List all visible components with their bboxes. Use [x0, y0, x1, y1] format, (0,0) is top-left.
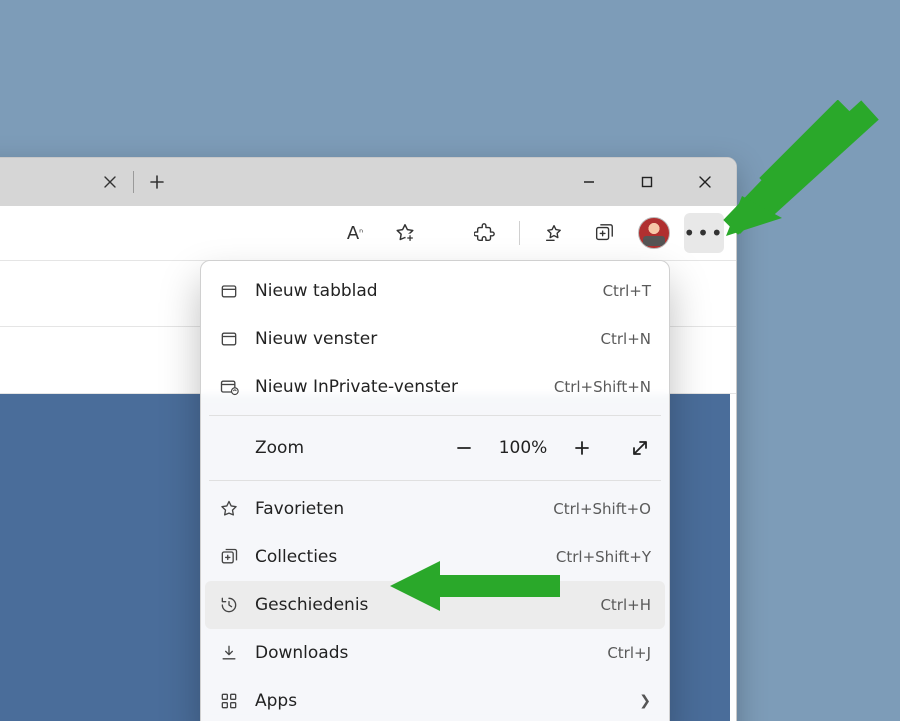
apps-icon	[219, 691, 249, 711]
zoom-out-button[interactable]	[453, 437, 475, 459]
menu-item-label: Nieuw venster	[249, 329, 601, 349]
add-favorite-button[interactable]	[385, 213, 425, 253]
settings-menu: Nieuw tabblad Ctrl+T Nieuw venster Ctrl+…	[200, 260, 670, 721]
menu-item-inprivate[interactable]: Nieuw InPrivate-venster Ctrl+Shift+N	[205, 363, 665, 411]
chevron-right-icon: ❯	[639, 693, 651, 709]
maximize-button[interactable]	[618, 158, 676, 206]
toolbar-separator	[519, 221, 520, 245]
download-icon	[219, 643, 249, 663]
titlebar	[0, 158, 736, 206]
screenshot-stage: Aⁿ •••	[0, 0, 900, 721]
menu-item-shortcut: Ctrl+H	[600, 596, 651, 614]
close-window-button[interactable]	[676, 158, 734, 206]
menu-item-new-tab[interactable]: Nieuw tabblad Ctrl+T	[205, 267, 665, 315]
menu-item-shortcut: Ctrl+Shift+N	[554, 378, 651, 396]
settings-more-button[interactable]: •••	[684, 213, 724, 253]
fullscreen-button[interactable]	[629, 437, 651, 459]
toolbar: Aⁿ •••	[0, 206, 736, 261]
menu-item-zoom: Zoom 100%	[205, 420, 665, 476]
collections-toolbar-button[interactable]	[584, 213, 624, 253]
menu-item-shortcut: Ctrl+T	[603, 282, 651, 300]
minimize-button[interactable]	[560, 158, 618, 206]
menu-divider	[209, 415, 661, 416]
menu-item-label: Favorieten	[249, 499, 553, 519]
menu-item-label: Collecties	[249, 547, 556, 567]
zoom-in-button[interactable]	[571, 437, 593, 459]
star-icon	[219, 499, 249, 519]
annotation-arrow-top	[720, 100, 880, 240]
extensions-button[interactable]	[465, 213, 505, 253]
menu-item-label: Nieuw InPrivate-venster	[249, 377, 554, 397]
menu-item-shortcut: Ctrl+J	[607, 644, 651, 662]
menu-item-favorites[interactable]: Favorieten Ctrl+Shift+O	[205, 485, 665, 533]
avatar-icon	[638, 217, 670, 249]
read-aloud-label: A	[347, 223, 359, 244]
menu-item-label: Apps	[249, 691, 631, 711]
menu-item-shortcut: Ctrl+Shift+Y	[556, 548, 651, 566]
profile-avatar[interactable]	[634, 213, 674, 253]
menu-item-label: Nieuw tabblad	[249, 281, 603, 301]
zoom-value: 100%	[497, 438, 549, 458]
menu-item-shortcut: Ctrl+Shift+O	[553, 500, 651, 518]
separator	[133, 171, 134, 193]
inprivate-icon	[219, 377, 249, 397]
close-tab-button[interactable]	[101, 173, 119, 191]
menu-item-shortcut: Ctrl+N	[601, 330, 651, 348]
menu-divider	[209, 480, 661, 481]
menu-item-apps[interactable]: Apps ❯	[205, 677, 665, 721]
menu-item-history[interactable]: Geschiedenis Ctrl+H	[205, 581, 665, 629]
new-tab-button[interactable]	[148, 173, 166, 191]
history-icon	[219, 595, 249, 615]
zoom-label: Zoom	[219, 438, 453, 458]
new-tab-icon	[219, 281, 249, 301]
menu-item-new-window[interactable]: Nieuw venster Ctrl+N	[205, 315, 665, 363]
tab-controls	[101, 158, 166, 206]
favorites-bar-button[interactable]	[534, 213, 574, 253]
window-controls	[560, 158, 734, 206]
menu-item-label: Downloads	[249, 643, 607, 663]
menu-item-collections[interactable]: Collecties Ctrl+Shift+Y	[205, 533, 665, 581]
window-icon	[219, 329, 249, 349]
collections-icon	[219, 547, 249, 567]
read-aloud-button[interactable]: Aⁿ	[335, 213, 375, 253]
menu-item-downloads[interactable]: Downloads Ctrl+J	[205, 629, 665, 677]
menu-item-label: Geschiedenis	[249, 595, 600, 615]
